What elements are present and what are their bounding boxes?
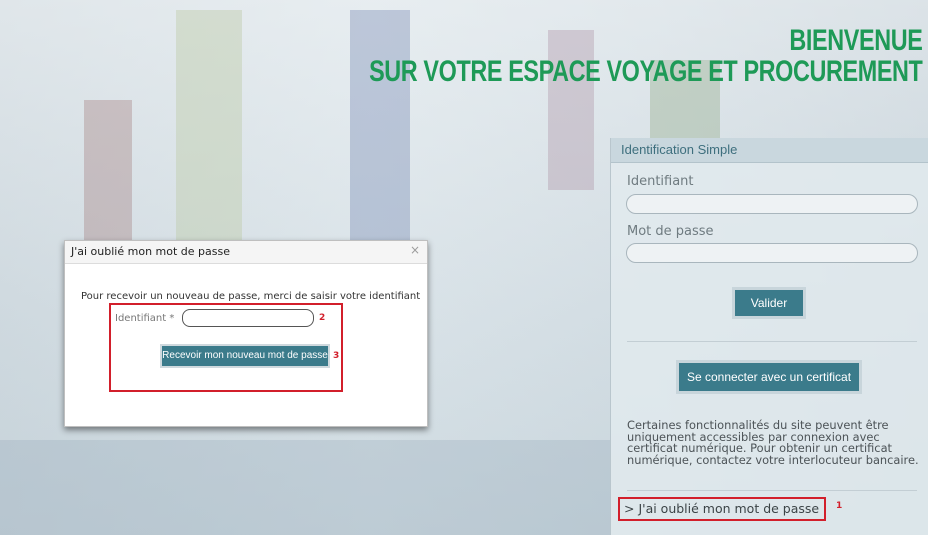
- annotation-marker-3: 3: [333, 351, 340, 361]
- annotation-marker-1: 1: [836, 501, 843, 511]
- certificate-login-button[interactable]: Se connecter avec un certificat: [676, 360, 862, 394]
- receive-new-password-button[interactable]: Recevoir mon nouveau mot de passe: [160, 344, 330, 368]
- divider: [627, 490, 917, 491]
- validate-button[interactable]: Valider: [732, 287, 806, 319]
- forgot-password-link[interactable]: > J'ai oublié mon mot de passe: [618, 497, 826, 521]
- close-icon[interactable]: ×: [410, 243, 420, 257]
- welcome-subtitle: SUR VOTRE ESPACE VOYAGE ET PROCUREMENT: [368, 55, 923, 88]
- login-panel: Identification Simple Identifiant Mot de…: [610, 138, 928, 535]
- annotation-marker-2: 2: [319, 313, 326, 323]
- identifiant-input[interactable]: [626, 194, 918, 214]
- login-panel-header: Identification Simple: [611, 138, 928, 163]
- welcome-title: BIENVENUE: [788, 24, 922, 57]
- background-bar: [0, 440, 610, 535]
- background-bar: [176, 10, 242, 250]
- dialog-identifiant-input[interactable]: [182, 309, 314, 327]
- password-label: Mot de passe: [627, 224, 714, 239]
- forgot-password-dialog: J'ai oublié mon mot de passe × Pour rece…: [64, 240, 428, 427]
- welcome-heading: BIENVENUE SUR VOTRE ESPACE VOYAGE ET PRO…: [368, 24, 923, 88]
- certificate-info-text: Certaines fonctionnalités du site peuven…: [627, 418, 919, 467]
- dialog-instructions: Pour recevoir un nouveau de passe, merci…: [81, 291, 421, 302]
- identifiant-label: Identifiant: [627, 174, 694, 189]
- dialog-title: J'ai oublié mon mot de passe: [65, 241, 427, 264]
- password-input[interactable]: [626, 243, 918, 263]
- dialog-identifiant-label: Identifiant *: [115, 313, 175, 324]
- divider: [627, 341, 917, 342]
